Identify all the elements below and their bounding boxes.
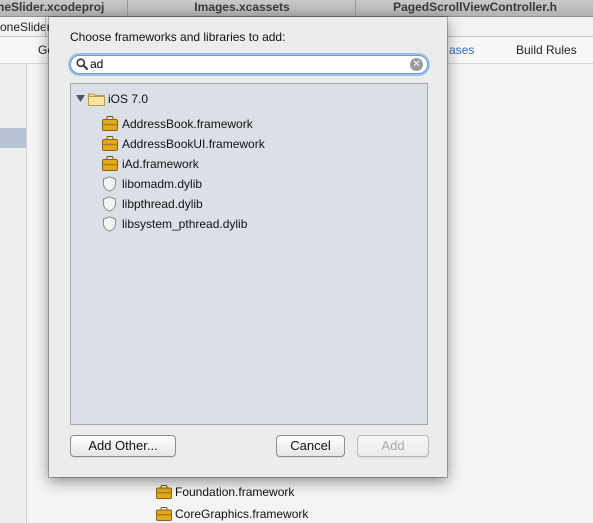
framework-label: Foundation.framework [175,485,295,499]
add-frameworks-sheet: Choose frameworks and libraries to add: … [49,17,447,477]
shield-icon [103,196,116,212]
dialog-prompt: Choose frameworks and libraries to add: [70,30,286,44]
tab-xcodeproj[interactable]: neSlider.xcodeproj [0,0,129,16]
shield-icon [103,216,116,232]
add-other-button[interactable]: Add Other... [70,435,176,457]
list-item-framework[interactable]: AddressBookUI.framework [71,135,425,153]
tab-build-rules[interactable]: Build Rules [516,43,577,57]
tab-build-phases[interactable]: ases [449,43,474,57]
disclosure-triangle-icon[interactable] [76,94,85,103]
tab-pagedscrollviewcontroller-h[interactable]: PagedScrollViewController.h [355,0,593,16]
tab-label: PagedScrollViewController.h [393,0,557,14]
tab-label: neSlider.xcodeproj [0,0,105,14]
search-input[interactable] [90,56,410,72]
item-label: iAd.framework [122,157,199,171]
search-field[interactable]: ✕ [70,55,428,74]
navigator-selected-row[interactable] [0,128,26,148]
toolbox-icon [102,156,118,171]
cancel-button[interactable]: Cancel [276,435,345,457]
framework-list[interactable]: iOS 7.0 AddressBook.framework AddressBoo… [70,83,428,425]
framework-label: CoreGraphics.framework [175,507,309,521]
list-item-dylib[interactable]: libomadm.dylib [71,175,425,193]
list-item-framework[interactable]: iAd.framework [71,155,425,173]
toolbox-icon [102,116,118,131]
clear-search-icon[interactable]: ✕ [410,58,423,71]
item-label: libpthread.dylib [122,197,203,211]
editor-tab-bar: neSlider.xcodeproj Images.xcassets Paged… [0,0,593,17]
list-item-dylib[interactable]: libpthread.dylib [71,195,425,213]
list-item-framework[interactable]: AddressBook.framework [71,115,425,133]
item-label: AddressBook.framework [122,117,253,131]
shield-icon [103,176,116,192]
group-label: iOS 7.0 [108,92,149,106]
group-row-ios[interactable]: iOS 7.0 [71,90,425,108]
tab-images-xcassets[interactable]: Images.xcassets [127,0,357,16]
tab-label: Images.xcassets [194,0,290,14]
toolbox-icon [156,507,172,521]
item-label: libomadm.dylib [122,177,203,191]
toolbox-icon [156,485,172,499]
folder-icon [88,93,105,106]
add-button[interactable]: Add [357,435,429,457]
breadcrumb-project[interactable]: oneSlider [0,20,51,34]
magnifier-icon [76,58,88,70]
item-label: libsystem_pthread.dylib [122,217,248,231]
toolbox-icon [102,136,118,151]
item-label: AddressBookUI.framework [122,137,265,151]
list-item-dylib[interactable]: libsystem_pthread.dylib [71,215,425,233]
